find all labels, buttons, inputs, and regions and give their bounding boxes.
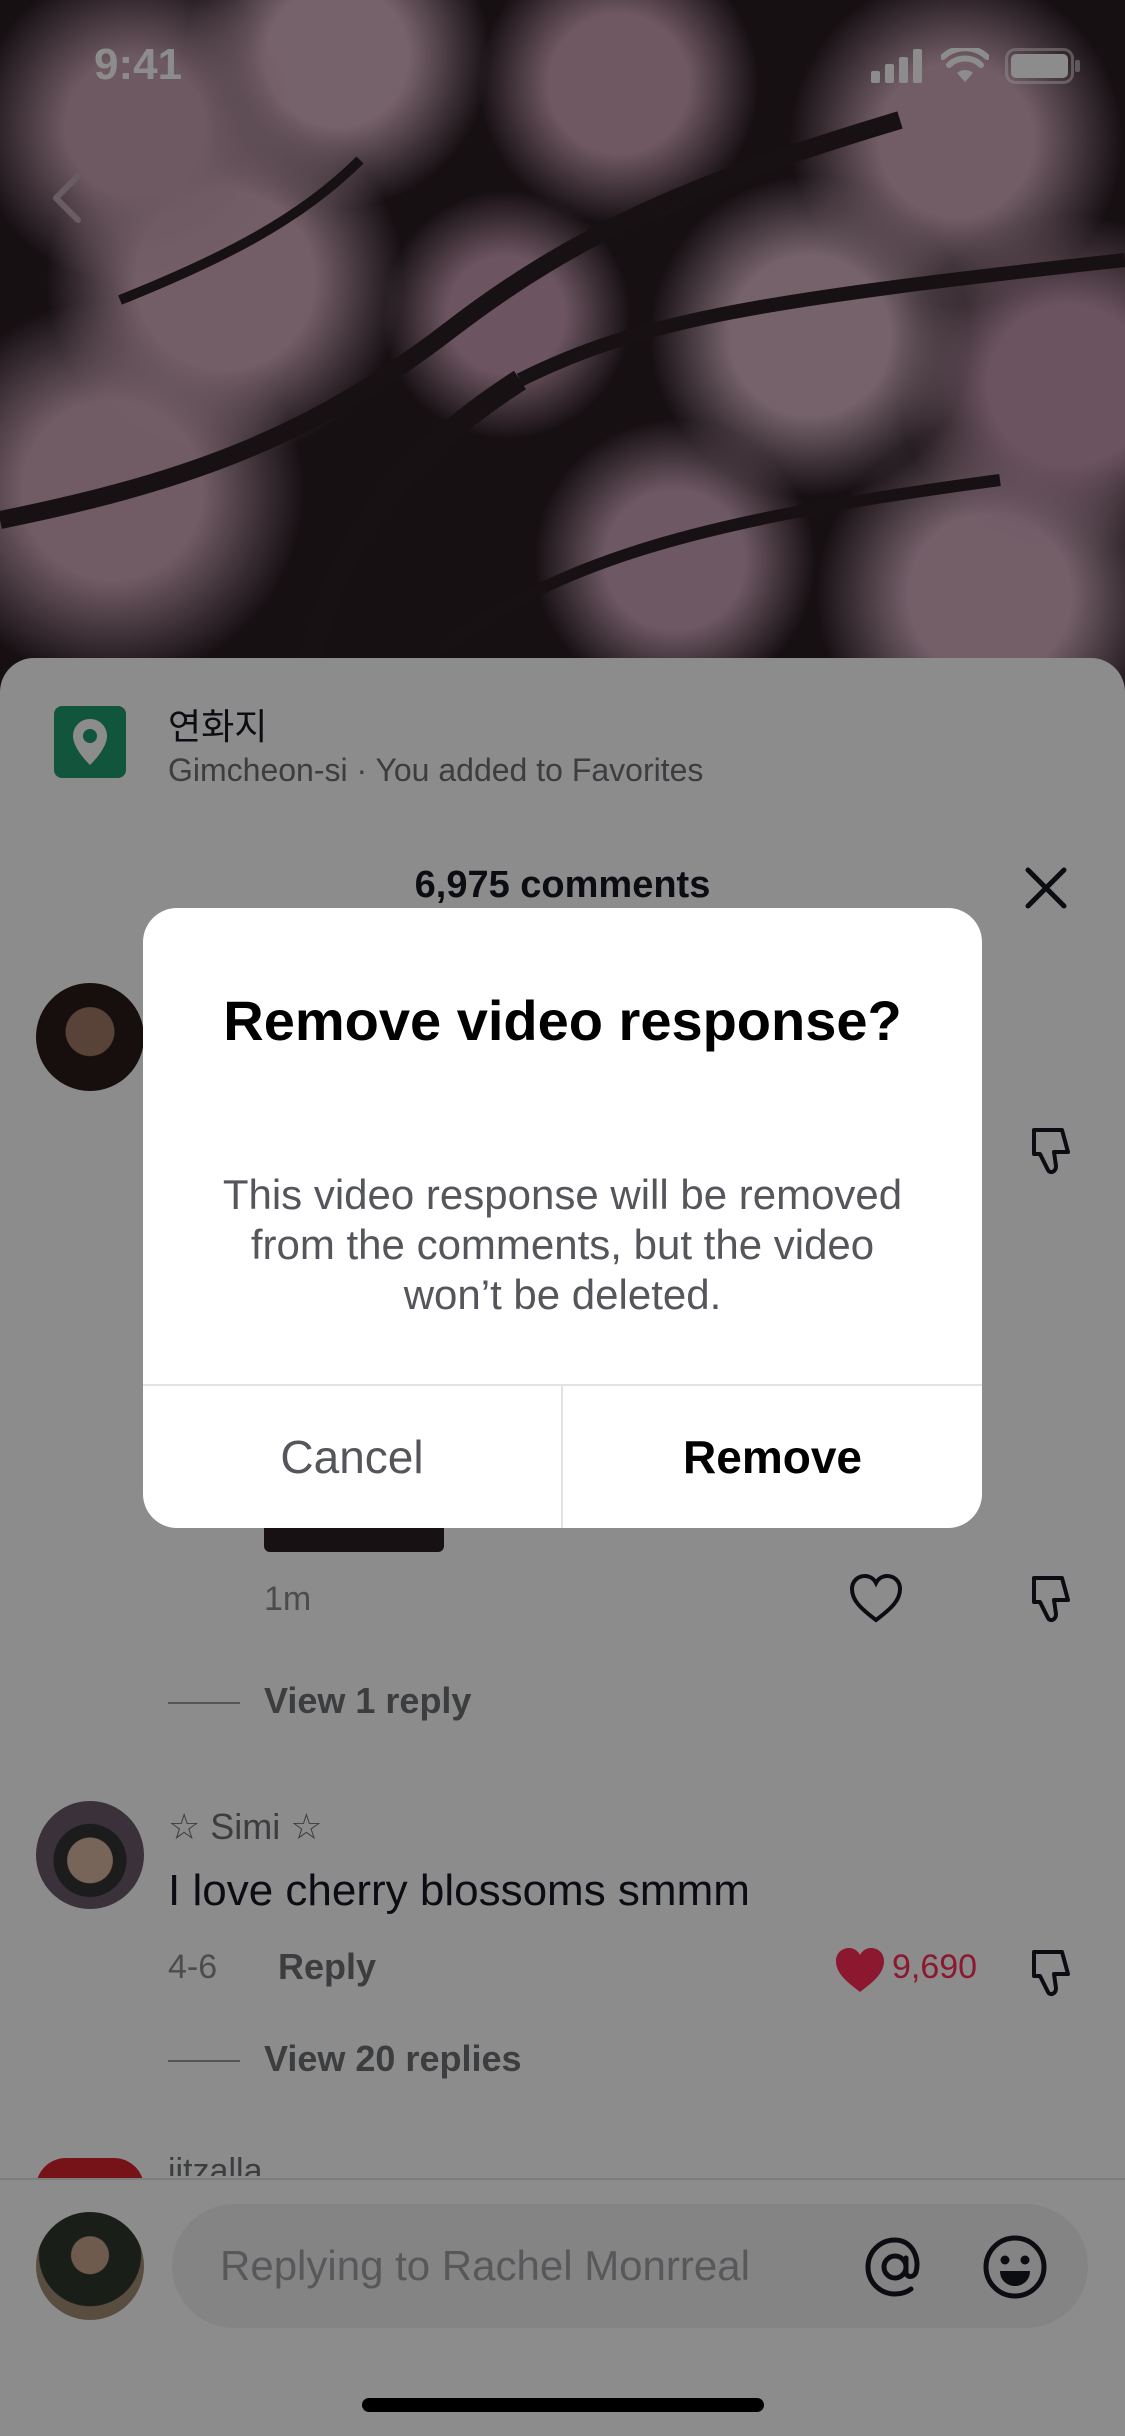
dialog-message: This video response will be removed from…	[222, 1171, 903, 1318]
dialog-title: Remove video response?	[223, 989, 902, 1052]
remove-video-response-dialog: Remove video response? This video respon…	[143, 908, 982, 1528]
remove-button[interactable]: Remove	[563, 1386, 982, 1528]
cancel-button[interactable]: Cancel	[143, 1386, 561, 1528]
